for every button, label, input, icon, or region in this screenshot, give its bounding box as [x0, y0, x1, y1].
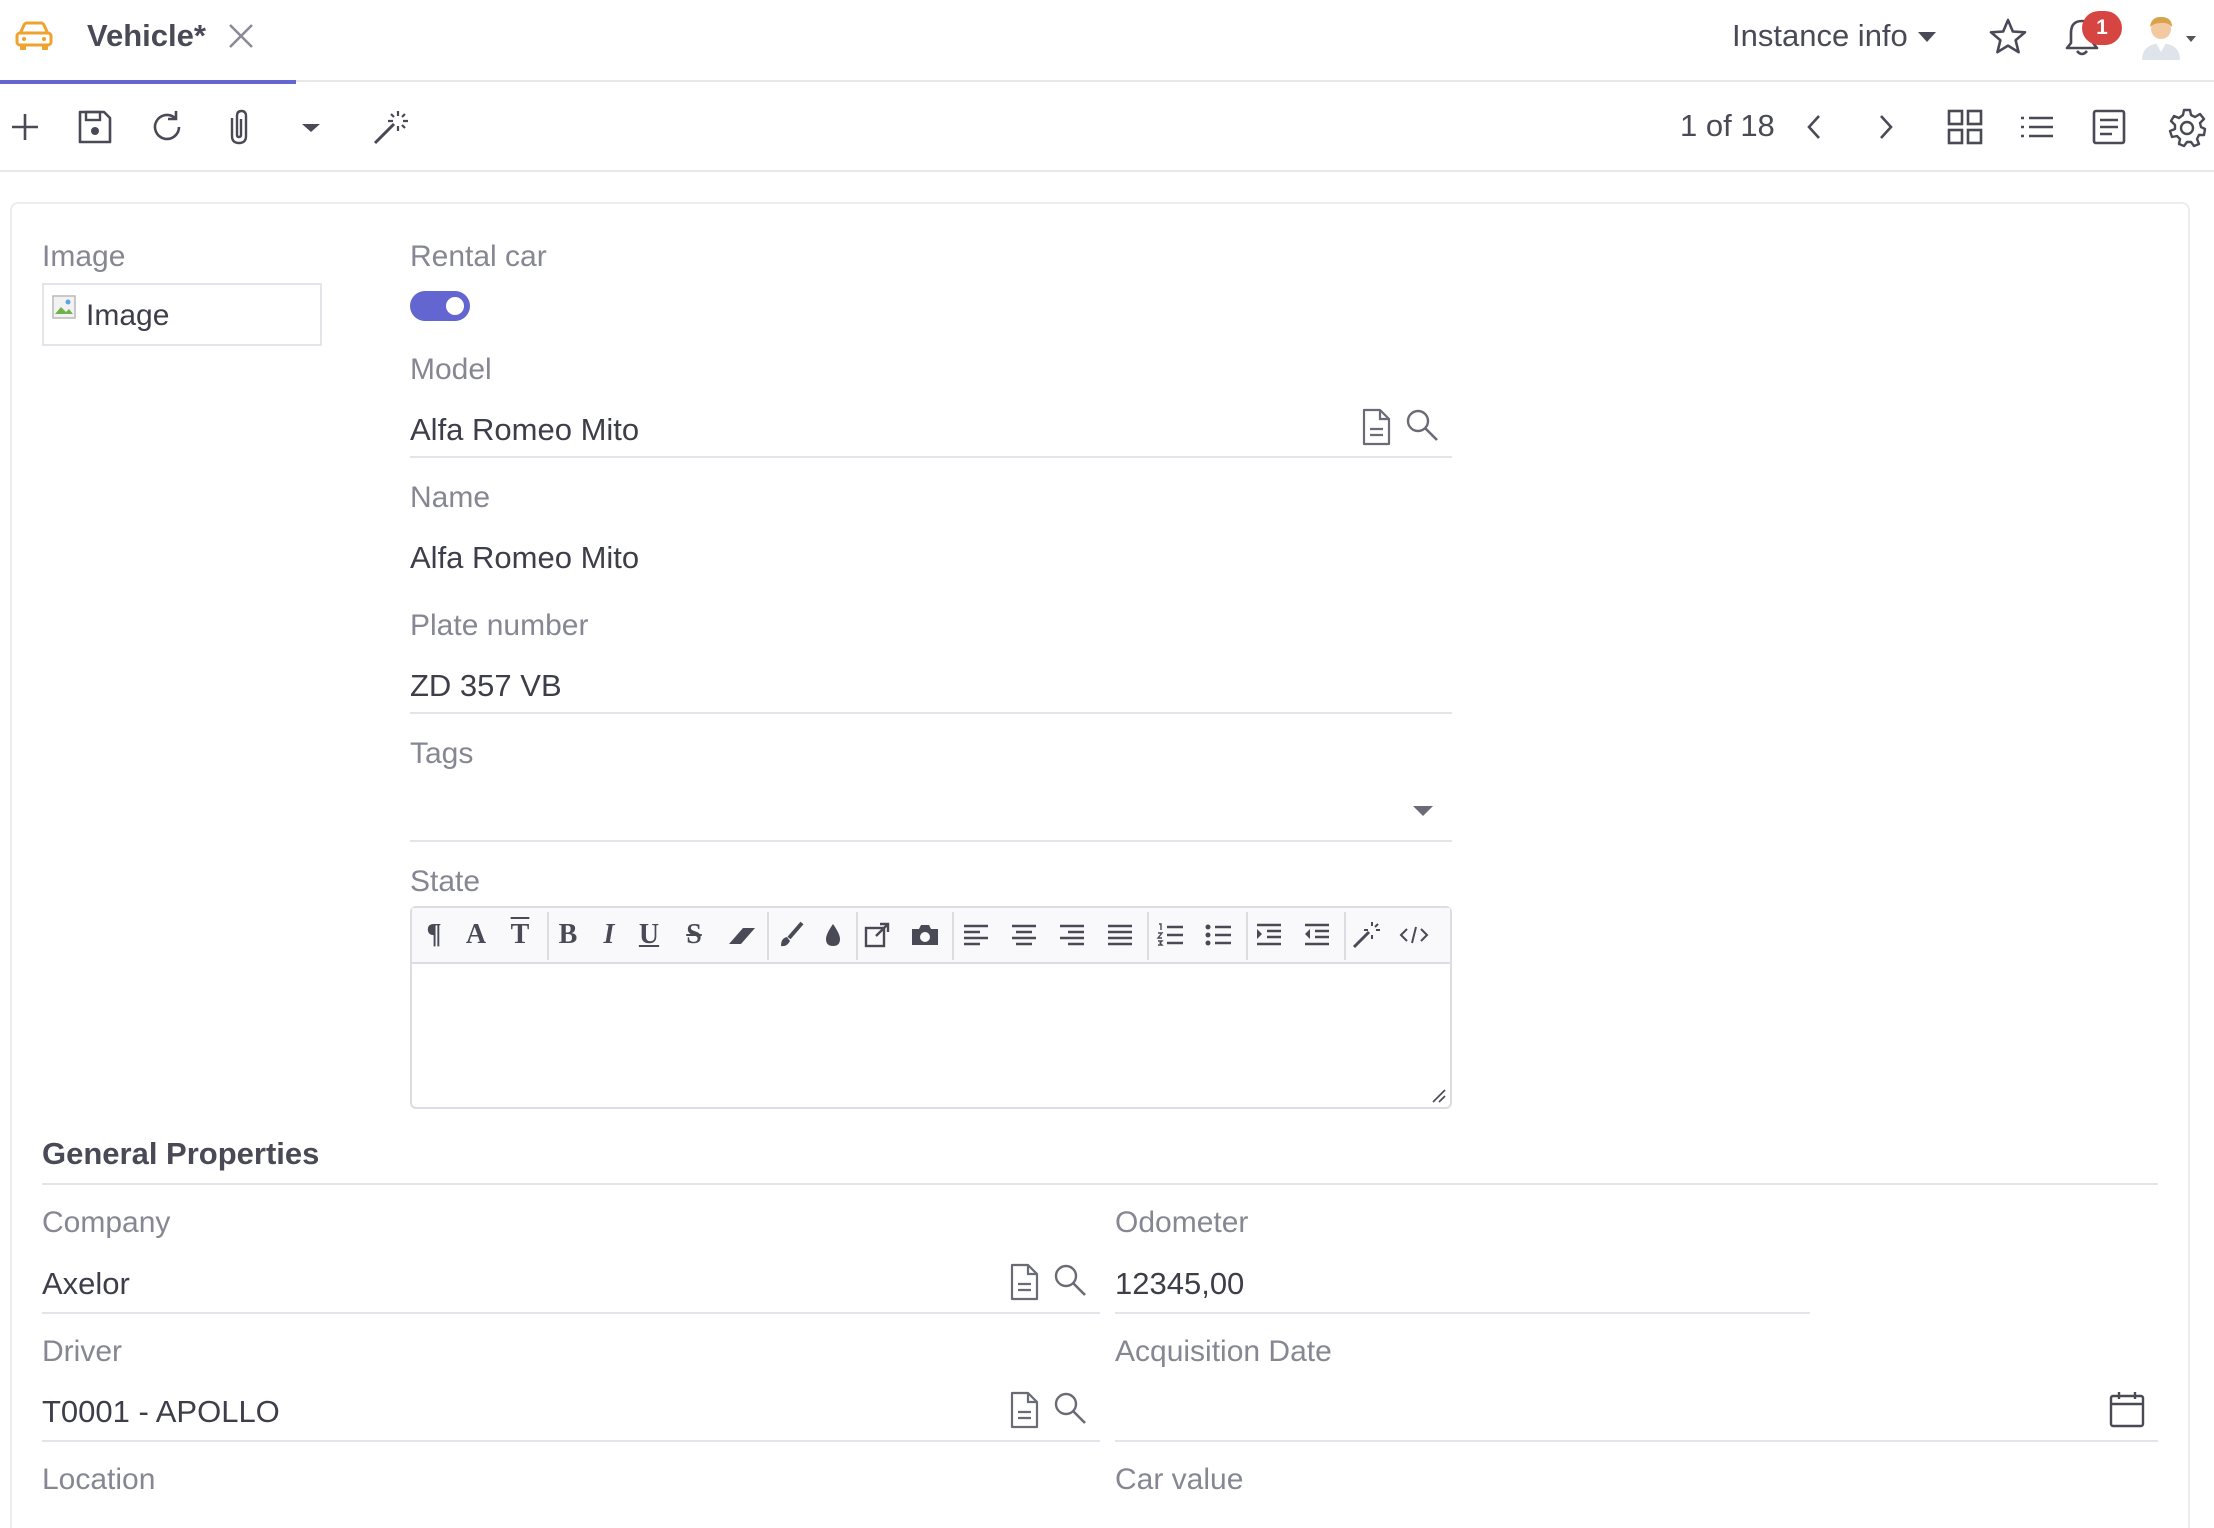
- chevron-right-icon[interactable]: [1864, 106, 1906, 148]
- pager-label: 1 of 18: [1680, 108, 1775, 143]
- chevron-left-icon[interactable]: [1794, 106, 1836, 148]
- section-title: General Properties: [42, 1136, 320, 1171]
- editor-toolbar: ¶ A T B I U S: [412, 908, 1450, 964]
- search-icon[interactable]: [1404, 405, 1440, 445]
- form-view-icon[interactable]: [2088, 106, 2130, 148]
- image-field[interactable]: Image: [42, 283, 322, 346]
- tags-underline: [410, 840, 1452, 842]
- attachment-icon[interactable]: [218, 106, 260, 148]
- caret-down-icon[interactable]: [290, 106, 332, 148]
- driver-input[interactable]: T0001 - APOLLO: [42, 1394, 280, 1430]
- tags-label: Tags: [410, 737, 474, 770]
- link-icon[interactable]: [858, 916, 896, 954]
- align-right-icon[interactable]: [1053, 916, 1091, 954]
- save-icon[interactable]: [74, 106, 116, 148]
- close-icon[interactable]: [225, 20, 257, 52]
- tab-title: Vehicle*: [87, 18, 206, 53]
- align-justify-icon[interactable]: [1101, 916, 1139, 954]
- odometer-input[interactable]: 12345,00: [1115, 1266, 1244, 1302]
- resize-handle-icon[interactable]: [1428, 1085, 1446, 1103]
- user-avatar-icon[interactable]: [2138, 12, 2184, 60]
- image-label: Image: [42, 240, 126, 273]
- state-editor[interactable]: ¶ A T B I U S: [410, 906, 1452, 1109]
- tab-bar: Vehicle* Instance info 1: [0, 0, 2214, 84]
- toolbar: 1 of 18: [0, 84, 2214, 172]
- calendar-icon[interactable]: [2108, 1389, 2146, 1429]
- paragraph-icon[interactable]: ¶: [415, 916, 453, 954]
- plate-number-underline: [410, 712, 1452, 714]
- rental-car-label: Rental car: [410, 240, 547, 273]
- font-icon[interactable]: A: [457, 916, 495, 954]
- gear-icon[interactable]: [2166, 106, 2208, 148]
- toolbar-divider: [952, 912, 954, 960]
- toggle-knob: [446, 297, 464, 315]
- code-icon[interactable]: [1395, 916, 1433, 954]
- search-icon[interactable]: [1052, 1388, 1088, 1428]
- ordered-list-icon[interactable]: [1152, 916, 1190, 954]
- caret-down-icon[interactable]: [1918, 32, 1936, 42]
- model-input[interactable]: Alfa Romeo Mito: [410, 412, 639, 448]
- toolbar-divider: [1344, 912, 1346, 960]
- brush-icon[interactable]: [772, 916, 810, 954]
- acquisition-date-underline: [1115, 1440, 2158, 1442]
- star-icon[interactable]: [1988, 17, 2028, 57]
- tab-vehicle[interactable]: Vehicle*: [0, 0, 296, 84]
- notification-badge: 1: [2082, 11, 2122, 45]
- plate-number-input[interactable]: ZD 357 VB: [410, 668, 562, 704]
- odometer-label: Odometer: [1115, 1206, 1249, 1239]
- document-icon[interactable]: [1006, 1262, 1042, 1302]
- grid-view-icon[interactable]: [1944, 106, 1986, 148]
- align-center-icon[interactable]: [1005, 916, 1043, 954]
- camera-icon[interactable]: [906, 916, 944, 954]
- outdent-icon[interactable]: [1298, 916, 1336, 954]
- driver-underline: [42, 1440, 1100, 1442]
- instance-info-menu[interactable]: Instance info: [1732, 18, 1908, 54]
- acquisition-date-label: Acquisition Date: [1115, 1335, 1332, 1368]
- broken-image-icon: [52, 295, 76, 319]
- magic-wand-icon[interactable]: [370, 106, 412, 148]
- magic-wand-icon[interactable]: [1347, 916, 1385, 954]
- name-input[interactable]: Alfa Romeo Mito: [410, 540, 639, 576]
- document-icon[interactable]: [1358, 407, 1394, 447]
- search-icon[interactable]: [1052, 1260, 1088, 1300]
- italic-icon[interactable]: I: [590, 916, 628, 954]
- add-icon[interactable]: [4, 106, 46, 148]
- car-icon: [15, 21, 53, 50]
- odometer-underline: [1115, 1312, 1810, 1314]
- toolbar-divider: [1246, 912, 1248, 960]
- bold-icon[interactable]: B: [549, 916, 587, 954]
- list-view-icon[interactable]: [2016, 106, 2058, 148]
- company-underline: [42, 1312, 1100, 1314]
- indent-icon[interactable]: [1250, 916, 1288, 954]
- color-drop-icon[interactable]: [814, 916, 852, 954]
- plate-number-label: Plate number: [410, 609, 589, 642]
- text-height-icon[interactable]: T: [501, 916, 539, 954]
- location-label: Location: [42, 1463, 156, 1496]
- toolbar-divider: [767, 912, 769, 960]
- strikethrough-icon[interactable]: S: [675, 916, 713, 954]
- driver-label: Driver: [42, 1335, 122, 1368]
- name-label: Name: [410, 481, 491, 514]
- state-label: State: [410, 865, 481, 898]
- toolbar-divider: [1147, 912, 1149, 960]
- rental-car-toggle[interactable]: [410, 291, 470, 321]
- car-value-label: Car value: [1115, 1463, 1244, 1496]
- unordered-list-icon[interactable]: [1200, 916, 1238, 954]
- eraser-icon[interactable]: [723, 916, 761, 954]
- company-input[interactable]: Axelor: [42, 1266, 130, 1302]
- refresh-icon[interactable]: [146, 106, 188, 148]
- underline-icon[interactable]: U: [630, 916, 668, 954]
- image-alt-text: Image: [86, 299, 170, 332]
- model-label: Model: [410, 353, 492, 386]
- align-left-icon[interactable]: [957, 916, 995, 954]
- caret-down-icon[interactable]: [2186, 36, 2196, 42]
- section-divider: [42, 1183, 2158, 1185]
- model-underline: [410, 456, 1452, 458]
- form-card: [10, 202, 2190, 1528]
- company-label: Company: [42, 1206, 171, 1239]
- caret-down-icon[interactable]: [1413, 806, 1433, 816]
- document-icon[interactable]: [1006, 1390, 1042, 1430]
